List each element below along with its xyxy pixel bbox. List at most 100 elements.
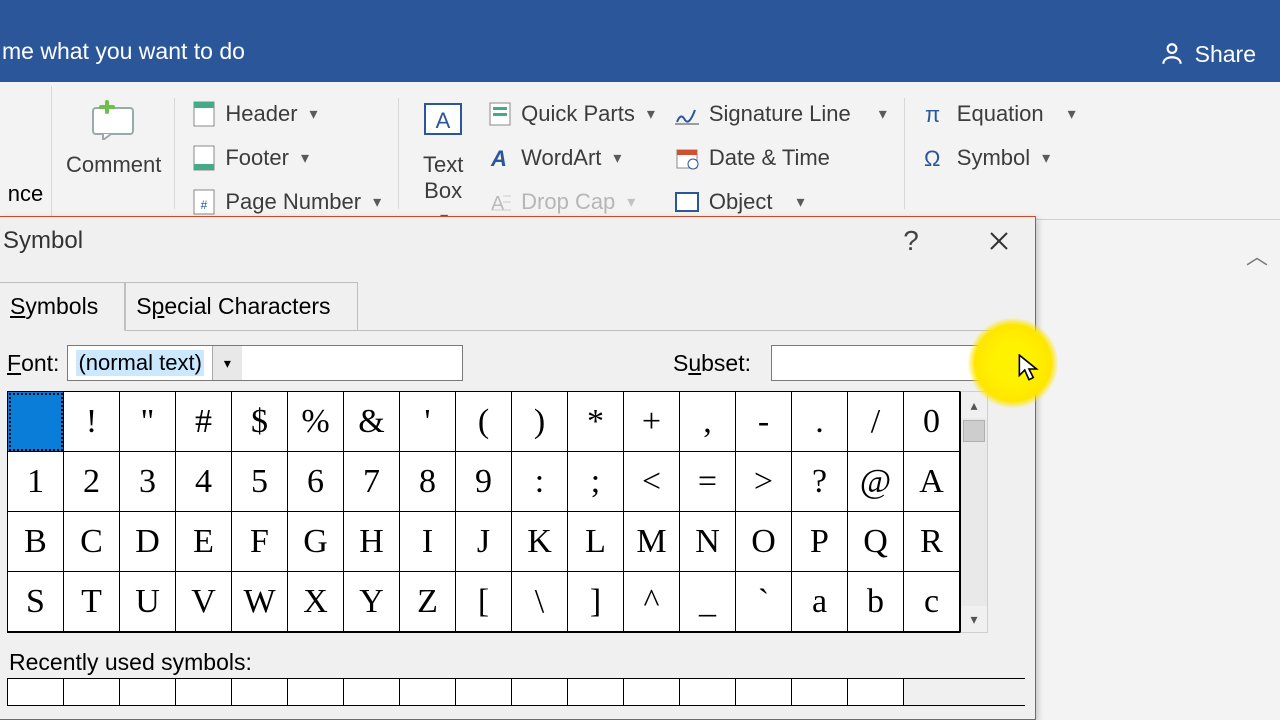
grid-scrollbar[interactable]: ▴ ▾ xyxy=(960,391,988,633)
recent-symbol-cell[interactable] xyxy=(64,679,120,705)
symbol-cell[interactable]: S xyxy=(8,572,64,632)
recent-symbol-cell[interactable] xyxy=(456,679,512,705)
symbol-cell[interactable]: Z xyxy=(400,572,456,632)
recent-symbol-cell[interactable] xyxy=(624,679,680,705)
tell-me-text[interactable]: me what you want to do xyxy=(0,18,245,65)
recent-symbol-cell[interactable] xyxy=(512,679,568,705)
symbol-cell[interactable]: 2 xyxy=(64,452,120,512)
font-value[interactable]: (normal text) xyxy=(68,346,211,380)
symbol-cell[interactable]: I xyxy=(400,512,456,572)
recent-symbol-cell[interactable] xyxy=(344,679,400,705)
dialog-titlebar[interactable]: Symbol ? xyxy=(0,217,1035,265)
symbol-cell[interactable]: ] xyxy=(568,572,624,632)
recent-symbol-cell[interactable] xyxy=(792,679,848,705)
symbol-cell[interactable]: , xyxy=(680,392,736,452)
symbol-cell[interactable]: ^ xyxy=(624,572,680,632)
symbol-cell[interactable]: $ xyxy=(232,392,288,452)
symbol-button[interactable]: Ω Symbol▾ xyxy=(919,136,1080,180)
symbol-cell[interactable]: E xyxy=(176,512,232,572)
symbol-cell[interactable]: * xyxy=(568,392,624,452)
recent-symbol-cell[interactable] xyxy=(848,679,904,705)
symbol-cell[interactable]: X xyxy=(288,572,344,632)
symbol-cell[interactable]: = xyxy=(680,452,736,512)
text-box-button[interactable]: A Text Box ▾ xyxy=(413,92,473,228)
symbol-cell[interactable]: & xyxy=(344,392,400,452)
symbol-cell[interactable]: . xyxy=(792,392,848,452)
symbol-cell[interactable]: H xyxy=(344,512,400,572)
symbol-cell[interactable]: A xyxy=(904,452,960,512)
symbol-cell[interactable]: 9 xyxy=(456,452,512,512)
tab-symbols[interactable]: Symbols xyxy=(0,282,125,331)
symbol-cell[interactable]: W xyxy=(232,572,288,632)
symbol-cell[interactable]: 8 xyxy=(400,452,456,512)
symbol-cell[interactable]: < xyxy=(624,452,680,512)
symbol-cell[interactable]: 6 xyxy=(288,452,344,512)
subset-combo-arrow[interactable] xyxy=(996,346,1024,380)
recent-symbol-cell[interactable] xyxy=(736,679,792,705)
symbol-cell[interactable]: U xyxy=(120,572,176,632)
symbol-cell[interactable]: % xyxy=(288,392,344,452)
symbol-cell[interactable]: c xyxy=(904,572,960,632)
symbol-cell[interactable]: \ xyxy=(512,572,568,632)
symbol-cell[interactable]: B xyxy=(8,512,64,572)
symbol-cell[interactable]: D xyxy=(120,512,176,572)
recent-symbol-cell[interactable] xyxy=(120,679,176,705)
recent-symbol-cell[interactable] xyxy=(232,679,288,705)
recent-symbol-cell[interactable] xyxy=(400,679,456,705)
date-time-button[interactable]: Date & Time xyxy=(671,136,891,180)
equation-button[interactable]: π Equation ▾ xyxy=(919,92,1080,136)
dialog-close-button[interactable] xyxy=(977,219,1021,263)
symbol-cell[interactable]: K xyxy=(512,512,568,572)
symbol-cell[interactable]: # xyxy=(176,392,232,452)
symbol-cell[interactable]: 7 xyxy=(344,452,400,512)
font-combo[interactable]: (normal text) ▾ xyxy=(67,345,463,381)
scroll-down-button[interactable]: ▾ xyxy=(961,606,987,632)
symbol-cell[interactable]: [ xyxy=(456,572,512,632)
scroll-up-button[interactable]: ▴ xyxy=(961,392,987,418)
symbol-cell[interactable]: R xyxy=(904,512,960,572)
symbol-cell[interactable]: _ xyxy=(680,572,736,632)
symbol-cell[interactable]: C xyxy=(64,512,120,572)
symbol-cell[interactable]: @ xyxy=(848,452,904,512)
symbol-cell[interactable]: / xyxy=(848,392,904,452)
symbol-cell[interactable]: 5 xyxy=(232,452,288,512)
symbol-cell[interactable]: + xyxy=(624,392,680,452)
symbol-cell[interactable]: ) xyxy=(512,392,568,452)
symbol-cell[interactable]: b xyxy=(848,572,904,632)
symbol-cell[interactable]: ` xyxy=(736,572,792,632)
scroll-thumb[interactable] xyxy=(963,420,985,442)
dialog-help-button[interactable]: ? xyxy=(889,219,933,263)
symbol-grid[interactable]: !"#$%&'()*+,-./0123456789:;<=>?@ABCDEFGH… xyxy=(7,391,960,633)
symbol-cell[interactable]: Y xyxy=(344,572,400,632)
symbol-cell[interactable]: 3 xyxy=(120,452,176,512)
symbol-cell[interactable]: F xyxy=(232,512,288,572)
symbol-cell[interactable]: T xyxy=(64,572,120,632)
scroll-up-icon[interactable]: ︿ xyxy=(1246,244,1268,266)
tab-special-characters[interactable]: Special Characters xyxy=(125,282,357,331)
symbol-cell[interactable]: L xyxy=(568,512,624,572)
symbol-cell[interactable]: a xyxy=(792,572,848,632)
recent-symbol-cell[interactable] xyxy=(568,679,624,705)
scroll-track[interactable] xyxy=(961,418,987,606)
comment-button[interactable]: Comment xyxy=(66,92,161,178)
symbol-cell[interactable]: ! xyxy=(64,392,120,452)
symbol-cell[interactable]: ? xyxy=(792,452,848,512)
subset-value[interactable] xyxy=(772,346,996,380)
symbol-cell[interactable]: G xyxy=(288,512,344,572)
font-combo-arrow[interactable]: ▾ xyxy=(212,346,242,380)
recent-symbol-cell[interactable] xyxy=(8,679,64,705)
symbol-cell[interactable]: M xyxy=(624,512,680,572)
symbol-cell[interactable]: 0 xyxy=(904,392,960,452)
symbol-cell[interactable]: O xyxy=(736,512,792,572)
symbol-cell[interactable]: 4 xyxy=(176,452,232,512)
signature-line-button[interactable]: Signature Line ▾ xyxy=(671,92,891,136)
symbol-cell[interactable]: V xyxy=(176,572,232,632)
symbol-cell[interactable]: ' xyxy=(400,392,456,452)
footer-button[interactable]: Footer▾ xyxy=(189,136,385,180)
symbol-cell[interactable]: P xyxy=(792,512,848,572)
symbol-cell[interactable]: ; xyxy=(568,452,624,512)
symbol-cell[interactable]: N xyxy=(680,512,736,572)
symbol-cell[interactable]: " xyxy=(120,392,176,452)
recent-symbol-cell[interactable] xyxy=(680,679,736,705)
symbol-cell[interactable]: : xyxy=(512,452,568,512)
